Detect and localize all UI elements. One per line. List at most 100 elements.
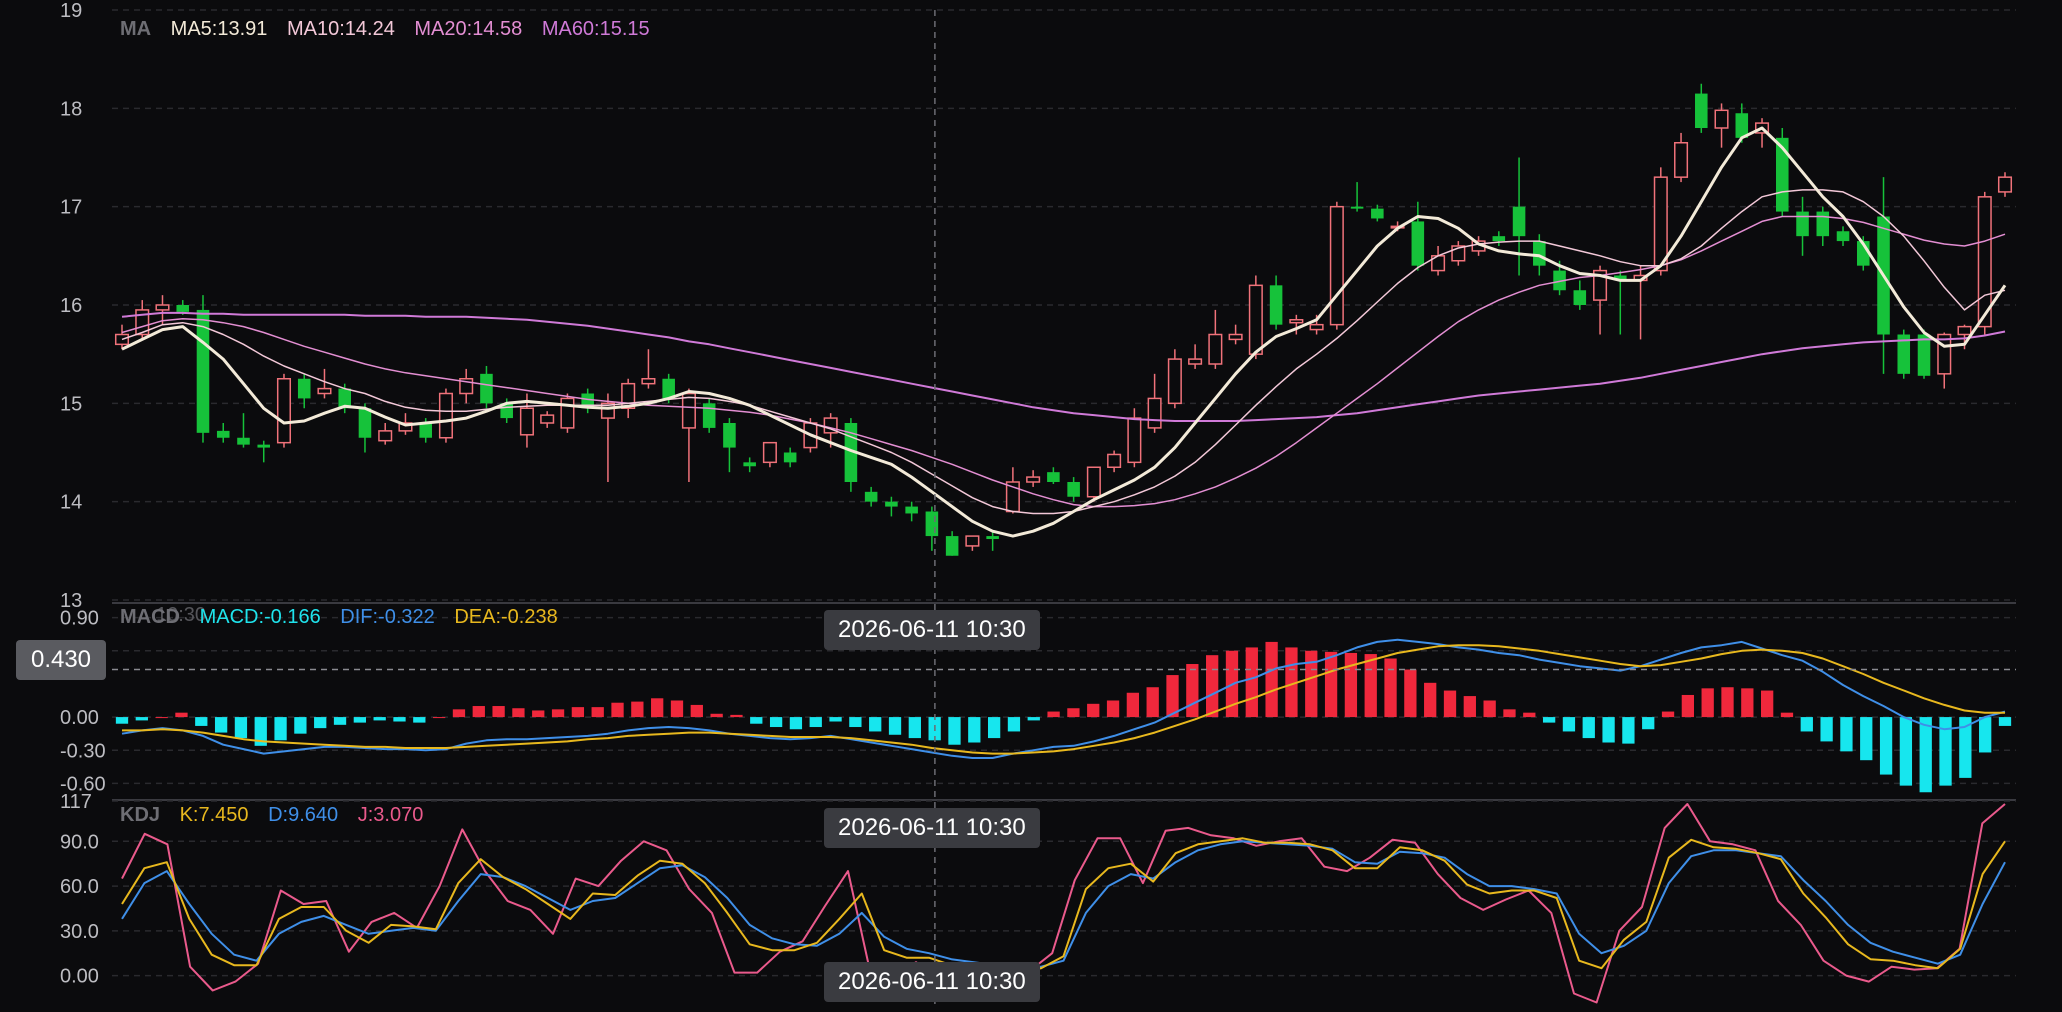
stock-chart[interactable]: 19181716151413 0.900.600.00-0.30-0.60 11… [0,0,2062,1012]
macd-histogram-bar [1622,717,1635,744]
macd-histogram-bar [948,717,961,745]
candle-body-up [681,392,696,429]
macd-histogram-bar [214,717,228,733]
candle-body-down [743,462,756,467]
macd-histogram-bar [155,717,168,719]
price-y-tick: 19 [60,0,82,22]
macd-histogram-bar [472,706,485,718]
price-legend: MA MA5:13.91 MA10:14.24 MA20:14.58 MA60:… [120,18,664,41]
macd-histogram-bar [1463,696,1476,718]
macd-histogram-bar [611,702,624,718]
candle-body-down [1269,285,1283,325]
price-y-tick: 14 [60,492,82,514]
candle-body-down [176,305,190,312]
macd-histogram-bar [1324,651,1338,718]
macd-histogram-bar [294,717,307,734]
candle-body-up [560,397,575,429]
macd-histogram-bar [591,707,604,718]
macd-histogram-bar [1443,690,1457,718]
candle-body-down [1816,211,1830,237]
candle-body-up [155,304,170,311]
macd-histogram-bar [710,713,723,718]
legend-ma5: MA5:13.91 [170,18,268,40]
candle-body-down [419,423,432,438]
macd-histogram-bar [1681,694,1695,718]
macd-histogram-bar [1047,711,1060,718]
candle-body-up [114,333,130,346]
macd-histogram-bar [135,717,148,721]
candle-body-down [1350,206,1364,209]
macd-histogram-bar [1761,690,1774,718]
macd-histogram-bar [1483,700,1496,718]
candle-body-up [519,407,534,436]
candle-body-up [1248,284,1263,355]
macd-histogram-bar [651,698,664,718]
macd-histogram-bar [789,717,803,730]
macd-histogram-bar [1305,650,1318,718]
macd-histogram-bar [393,717,406,722]
candle-body-up [1167,358,1182,405]
macd-histogram-bar [631,701,644,718]
kdj-indicator-label: KDJ [120,804,161,826]
candle-body-up [438,392,453,439]
macd-histogram-bar [1027,717,1040,721]
legend-k: K:7.450 [179,804,249,826]
macd-histogram-bar [1701,688,1714,718]
candle-body-up [1147,397,1162,429]
candle-body-down [237,437,250,445]
candle-body-down [297,378,311,399]
legend-j: J:3.070 [357,804,424,826]
candle-body-down [1411,221,1425,266]
legend-ma60: MA60:15.15 [541,18,650,40]
legend-macd: MACD:-0.166 [199,606,321,628]
macd-histogram-bar [1087,703,1100,718]
macd-histogram-bar [1800,717,1813,732]
macd-histogram-bar [1126,692,1140,718]
macd-histogram-bar [1741,688,1754,718]
macd-histogram-bar [353,717,366,723]
macd-histogram-bar [1206,655,1219,718]
candle-body-down [905,506,918,514]
macd-histogram-bar [274,717,287,741]
macd-histogram-bar [1661,711,1675,718]
candle-body-up [1957,325,1972,336]
candle-body-down [1371,208,1384,219]
macd-histogram-bar [987,717,1001,739]
legend-dif: DIF:-0.322 [340,606,435,628]
macd-histogram-bar [730,714,743,718]
legend-d: D:9.640 [268,804,339,826]
macd-histogram-bar [769,717,783,728]
macd-histogram-bar [670,700,684,718]
macd-histogram-bar [234,717,248,739]
kdj-y-tick: 90.0 [60,831,99,853]
candle-body-up [1107,453,1122,469]
macd-histogram-bar [1106,700,1120,718]
macd-histogram-bar [1879,717,1893,775]
macd-histogram-bar [551,709,565,718]
candle-body-down [783,452,797,463]
macd-histogram-bar [314,717,327,729]
candle-body-up [1653,176,1668,272]
macd-histogram-bar [1642,717,1655,730]
macd-histogram-bar [1067,708,1080,718]
macd-histogram-bar [373,717,386,721]
macd-histogram-bar [175,712,188,718]
macd-histogram-bar [1919,717,1932,793]
candle-body-up [1086,466,1101,498]
macd-histogram-bar [1939,717,1952,786]
macd-histogram-bar [1562,717,1576,732]
macd-histogram-bar [452,709,466,718]
macd-histogram-bar [1404,669,1417,718]
price-y-tick: 17 [60,197,82,219]
candle-body-down [358,408,372,438]
price-indicator-label: MA [120,18,152,40]
macd-histogram-bar [1186,664,1199,718]
candle-body-up [965,535,980,547]
legend-dea: DEA:-0.238 [454,606,558,628]
macd-histogram-bar [1998,717,2012,726]
macd-histogram-bar [1146,687,1159,718]
macd-histogram-bar [1523,712,1536,718]
candle-body-down [1067,482,1080,497]
candle-body-up [1289,319,1304,324]
macd-histogram-bar [115,717,129,724]
